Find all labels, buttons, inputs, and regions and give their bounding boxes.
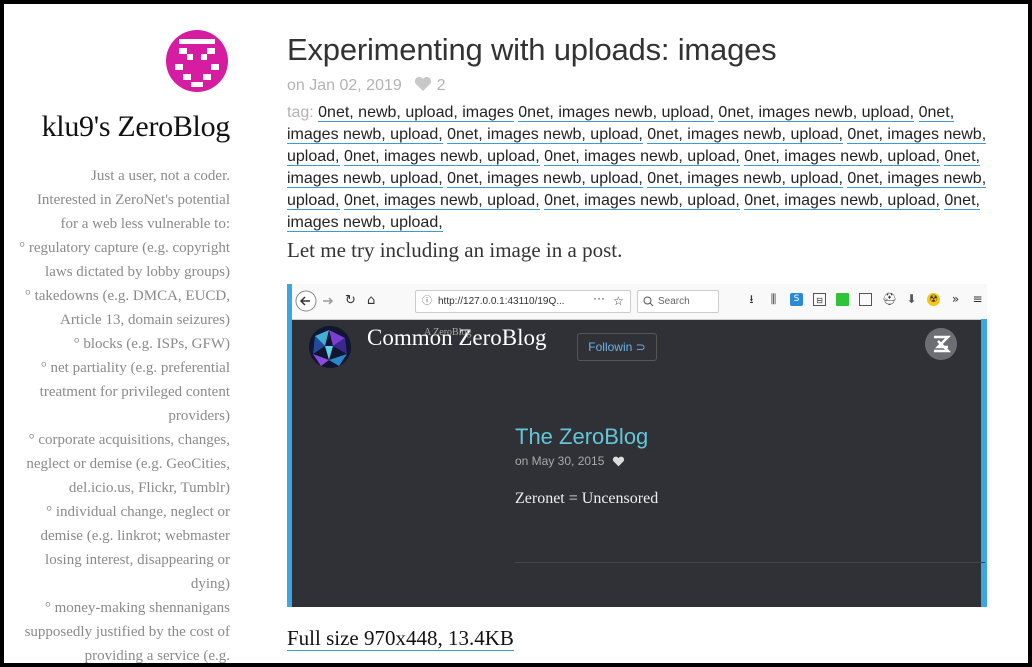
post-meta: on Jan 02, 2019 2 bbox=[287, 76, 446, 95]
back-icon bbox=[295, 290, 317, 312]
tag-link[interactable]: 0net, images newb, upload, bbox=[544, 148, 740, 166]
tag-link[interactable]: 0net, images newb, upload, bbox=[744, 148, 940, 166]
tag-link[interactable]: 0net, images newb, upload, bbox=[544, 192, 740, 210]
post-body: Let me try including an image in a post. bbox=[287, 238, 623, 262]
description-line: ° regulatory capture (e.g. copyright bbox=[19, 240, 230, 256]
reload-icon: ↻ bbox=[345, 293, 356, 308]
tag-link[interactable]: 0net, images newb, upload, bbox=[744, 192, 940, 210]
description-line: ° corporate acquisitions, changes, bbox=[28, 432, 230, 448]
description-line: providers) bbox=[168, 408, 230, 424]
description-line: Just a user, not a coder. bbox=[91, 168, 230, 184]
tag-link[interactable]: 0net, images newb, upload, bbox=[647, 126, 843, 144]
browser-toolbar: ↻ ⌂ ⓘ http://127.0.0.1:43110/19Q... ··· … bbox=[287, 284, 987, 320]
description-line: ° blocks (e.g. ISPs, GFW) bbox=[73, 336, 230, 352]
tag-link[interactable]: 0net, newb, upload, images bbox=[318, 104, 514, 122]
info-icon: ⓘ bbox=[422, 296, 432, 307]
post-tags: tag: 0net, newb, upload, images 0net, im… bbox=[287, 102, 1002, 234]
menu-icon: ≡ bbox=[972, 292, 983, 306]
rss-icon: ⊃ bbox=[635, 340, 646, 354]
home-icon: ⌂ bbox=[367, 293, 376, 308]
browser-search-box: Search bbox=[637, 290, 719, 313]
url-text: http://127.0.0.1:43110/19Q... bbox=[438, 296, 565, 307]
screenshot-post-date: on May 30, 2015 bbox=[515, 454, 625, 468]
tag-link[interactable]: 0net, images newb, upload, bbox=[647, 170, 843, 188]
description-line: ° takedowns (e.g. DMCA, EUCD, bbox=[24, 288, 230, 304]
description-line: demise (e.g. linkrot; webmaster bbox=[40, 528, 230, 544]
description-line: del.icio.us, Flickr, Tumblr) bbox=[68, 480, 230, 496]
description-line: providing a service (e.g. bbox=[84, 648, 230, 663]
like-count: 2 bbox=[436, 77, 446, 94]
extension-green-icon bbox=[836, 293, 849, 306]
tag-link[interactable]: 0net, images newb, upload, bbox=[447, 170, 643, 188]
page: klu9's ZeroBlog Just a user, not a coder… bbox=[4, 4, 1028, 663]
site-avatar bbox=[309, 326, 351, 368]
heart-icon[interactable] bbox=[414, 76, 432, 92]
arrow-down-icon: ⬇ bbox=[906, 292, 917, 306]
search-placeholder: Search bbox=[658, 296, 690, 307]
screenshot-post-date-text: on May 30, 2015 bbox=[515, 454, 605, 468]
tag-link[interactable]: 0net, images newb, upload, bbox=[343, 148, 540, 166]
post-date: on Jan 02, 2019 bbox=[287, 77, 402, 94]
tag-link[interactable]: 0net, images newb, upload, bbox=[447, 126, 643, 144]
description-line: ° net partiality (e.g. preferential bbox=[40, 360, 230, 376]
follow-button: Followin ⊃ bbox=[577, 333, 657, 361]
screenshot-heart-icon bbox=[612, 456, 624, 467]
screenshot-border-left bbox=[287, 284, 292, 607]
download-icon: ⭳ bbox=[749, 292, 754, 306]
search-icon bbox=[643, 296, 654, 307]
radiation-icon: ☢ bbox=[927, 293, 940, 306]
overflow-icon: » bbox=[951, 292, 960, 306]
extension-box-icon bbox=[859, 293, 872, 306]
tag-label: tag: bbox=[287, 104, 314, 121]
library-icon: ⫼ bbox=[770, 292, 777, 306]
blog-description: Just a user, not a coder. Interested in Z… bbox=[4, 164, 230, 663]
extension-s-icon: S bbox=[790, 293, 803, 306]
screenshot-divider bbox=[515, 562, 985, 563]
embedded-screenshot[interactable]: ↻ ⌂ ⓘ http://127.0.0.1:43110/19Q... ··· … bbox=[287, 284, 987, 607]
description-line: losing interest, disappearing or bbox=[45, 552, 230, 568]
tag-link[interactable]: 0net, images newb, upload, bbox=[718, 104, 915, 122]
bookmark-star-icon: ☆ bbox=[613, 294, 624, 308]
description-line: ° individual change, neglect or bbox=[46, 504, 230, 520]
description-line: supposedly justified by the cost of bbox=[24, 624, 230, 640]
screenshot-post-body: Zeronet = Uncensored bbox=[515, 490, 659, 507]
description-line: treatment for privileged content bbox=[39, 384, 230, 400]
post-title[interactable]: Experimenting with uploads: images bbox=[287, 32, 777, 68]
description-line: laws dictated by lobby groups) bbox=[45, 264, 230, 280]
description-line: dying) bbox=[190, 576, 230, 592]
url-bar: ⓘ http://127.0.0.1:43110/19Q... ··· ☆ bbox=[415, 290, 631, 313]
description-line: ° money-making shennanigans bbox=[44, 600, 230, 616]
follow-label: Followin bbox=[588, 340, 633, 354]
blog-title[interactable]: klu9's ZeroBlog bbox=[42, 110, 231, 144]
zeronet-logo-icon bbox=[925, 328, 957, 360]
tag-link[interactable]: 0net, images newb, upload, bbox=[518, 104, 714, 122]
tag-link[interactable]: 0net, images newb, upload, bbox=[343, 192, 540, 210]
more-icon: ··· bbox=[593, 291, 605, 305]
screenshot-post-title: The ZeroBlog bbox=[515, 424, 649, 449]
full-size-link[interactable]: Full size 970x448, 13.4KB bbox=[287, 626, 514, 651]
description-line: for a web less vulnerable to: bbox=[60, 216, 230, 232]
blog-logo[interactable] bbox=[166, 30, 228, 92]
agent-icon: ⛑ bbox=[882, 292, 898, 306]
reader-icon: ⊟ bbox=[813, 293, 826, 306]
description-line: Article 13, domain seizures) bbox=[60, 312, 230, 328]
forward-icon bbox=[323, 297, 334, 305]
site-subtitle: A ZeroBlog bbox=[424, 327, 472, 338]
screenshot-border-right bbox=[981, 319, 987, 607]
description-line: neglect or demise (e.g. GeoCities, bbox=[26, 456, 230, 472]
description-line: Interested in ZeroNet's potential bbox=[36, 192, 230, 208]
